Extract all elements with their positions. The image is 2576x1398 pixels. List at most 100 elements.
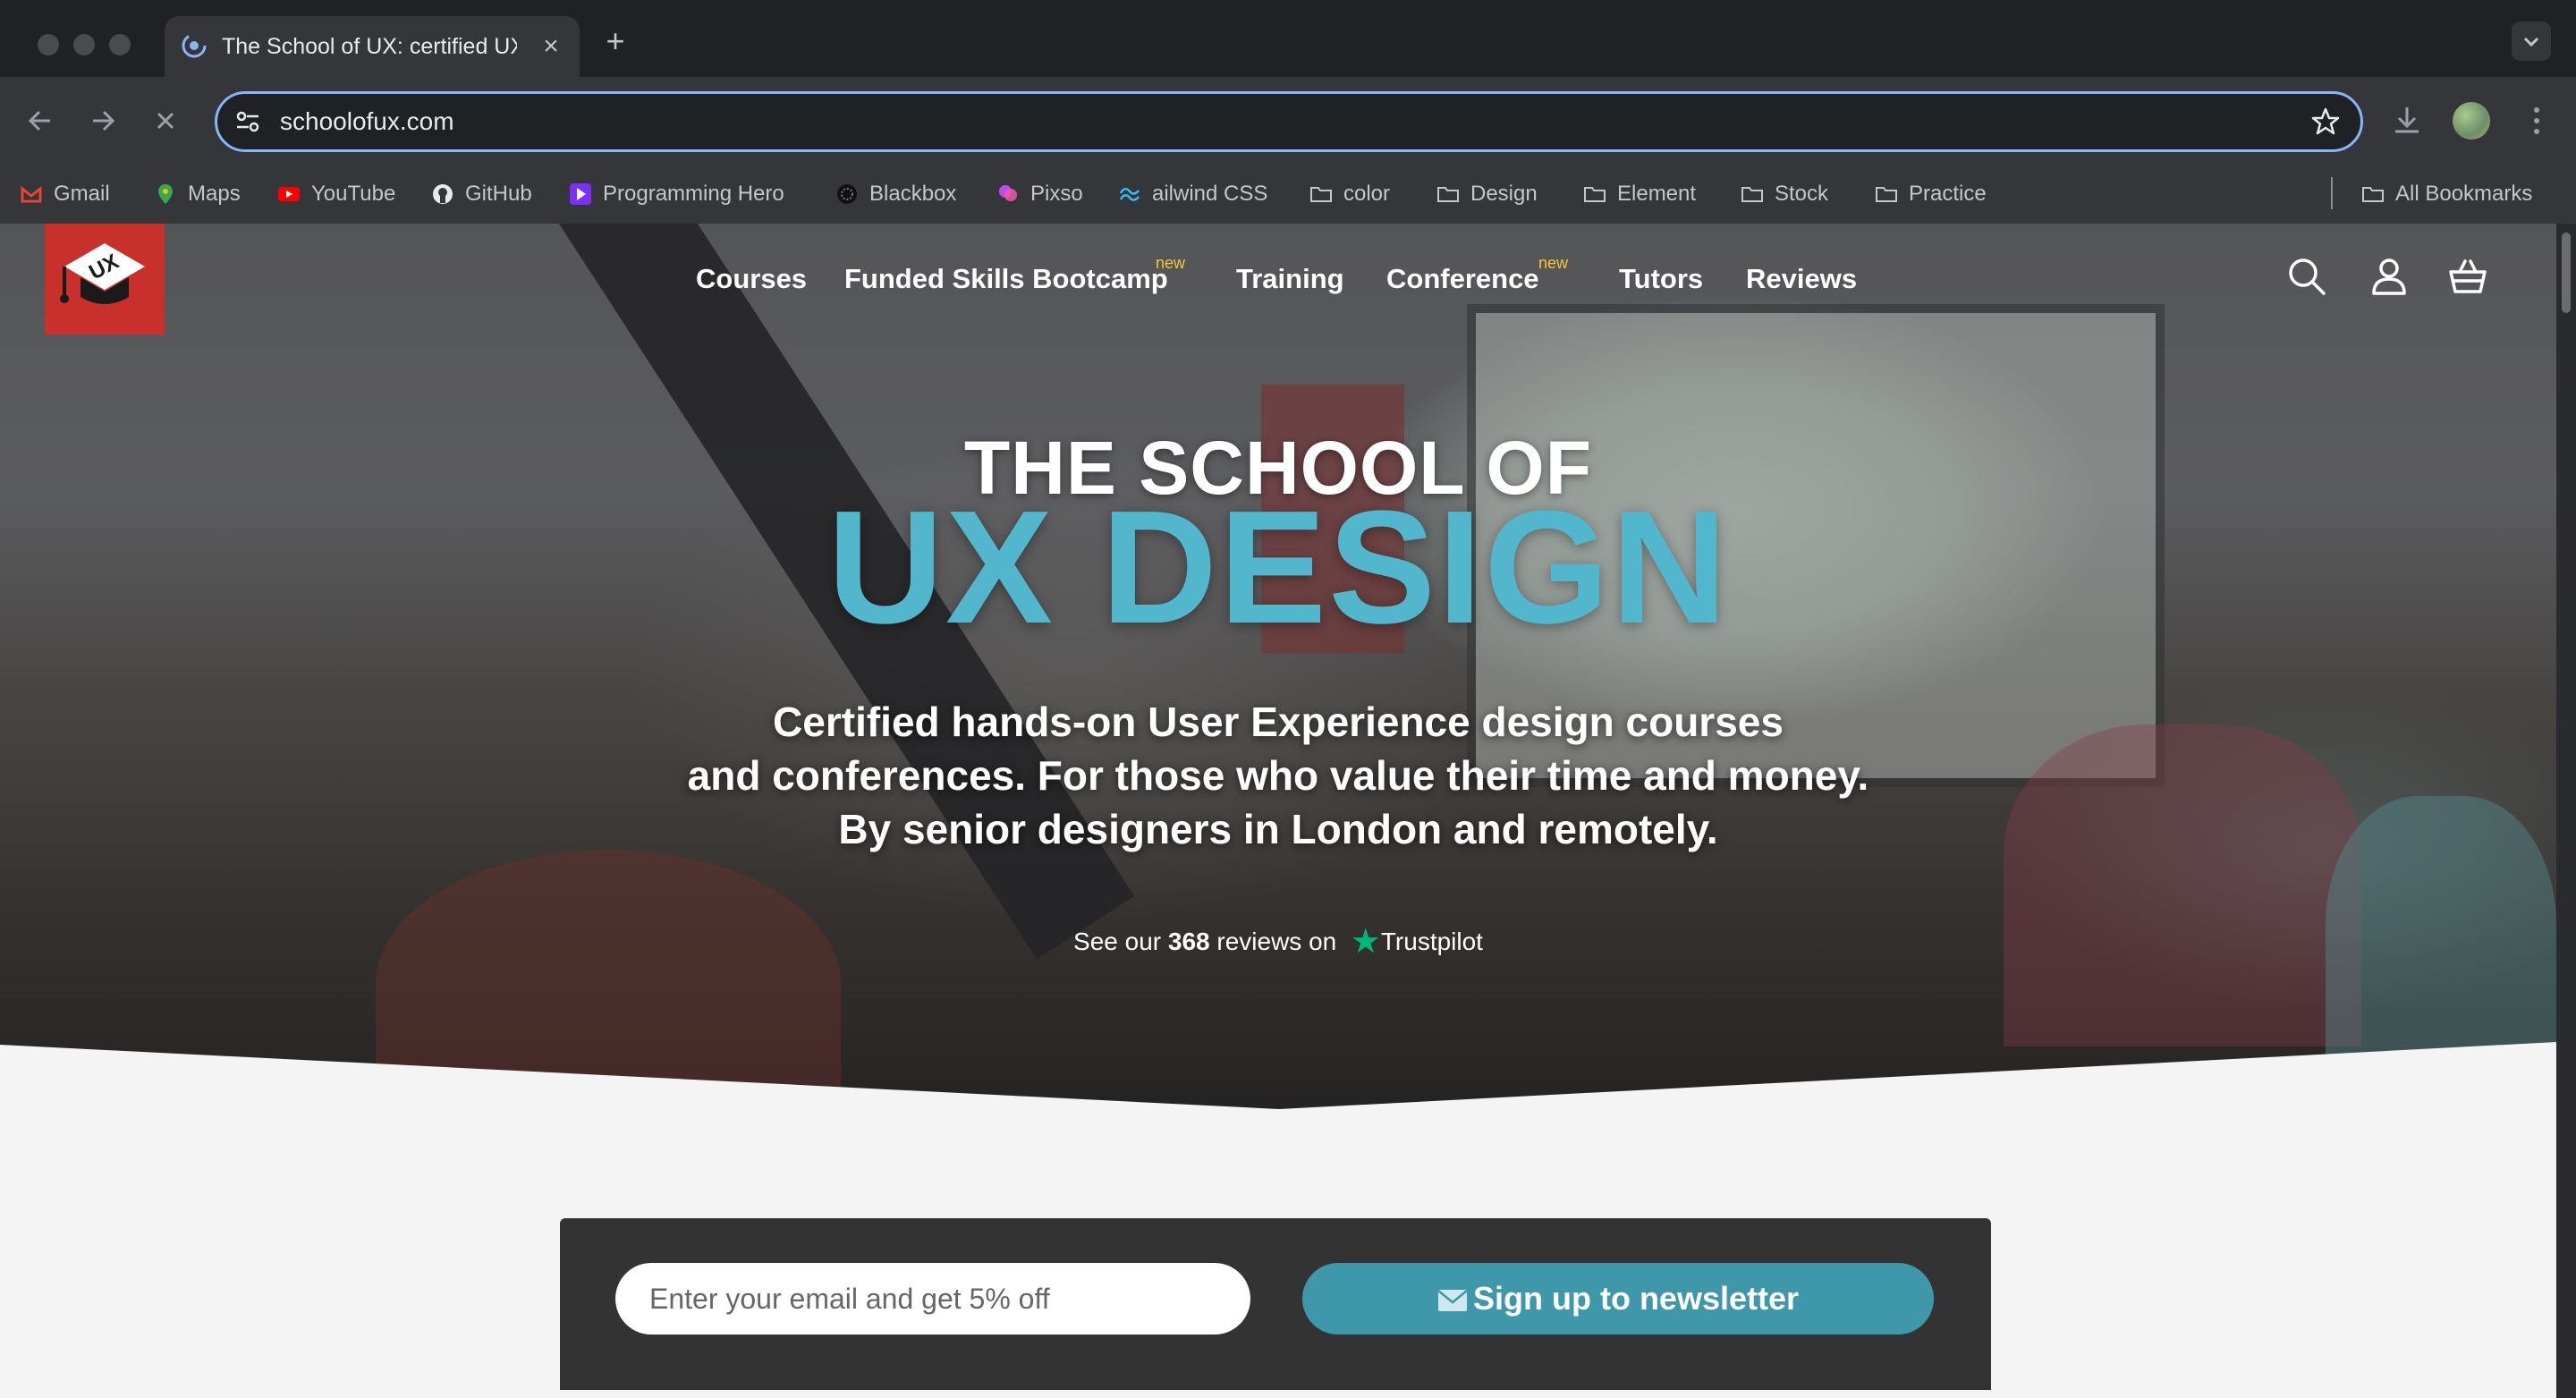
trust-suffix: reviews on <box>1216 928 1337 955</box>
nav-label: Conference <box>1386 263 1539 294</box>
github-icon <box>433 184 453 204</box>
nav-label: Reviews <box>1746 263 1858 294</box>
account-icon[interactable] <box>2368 256 2410 297</box>
all-bookmarks-button[interactable]: All Bookmarks <box>2361 165 2532 224</box>
nav-conference[interactable]: Conference new <box>1386 224 1568 335</box>
newsletter-signup-button[interactable]: Sign up to newsletter <box>1302 1263 1934 1334</box>
gmail-icon <box>21 185 42 203</box>
url-text[interactable]: schoolofux.com <box>280 94 454 149</box>
trustpilot-brand: Trustpilot <box>1380 928 1483 955</box>
chevron-down-icon <box>2523 37 2539 47</box>
nav-label: Tutors <box>1619 263 1704 294</box>
newsletter-email-input[interactable] <box>615 1263 1250 1334</box>
trustpilot-link[interactable]: See our 368 reviews on ★Trustpilot <box>0 921 2556 962</box>
new-badge: new <box>1538 254 1569 272</box>
all-bookmarks-label: All Bookmarks <box>2395 182 2533 206</box>
bookmark-label: Blackbox <box>869 182 957 206</box>
bookmark-star-icon[interactable] <box>2310 106 2341 137</box>
bookmark-label: Element <box>1617 182 1697 206</box>
tab-search-button[interactable] <box>2512 21 2551 61</box>
back-arrow-icon[interactable] <box>18 98 63 143</box>
nav-training[interactable]: Training <box>1236 224 1344 335</box>
graduation-cap-logo-icon: UX <box>60 243 145 304</box>
bookmark-label: Maps <box>188 182 241 206</box>
hero-subtitle-line: By senior designers in London and remote… <box>838 806 1718 852</box>
bookmark-folder-design[interactable]: Design <box>1436 165 1538 224</box>
bookmark-label: ailwind CSS <box>1152 182 1268 206</box>
bookmark-maps[interactable]: Maps <box>154 165 241 224</box>
bookmark-programming-hero[interactable]: Programming Hero <box>569 165 784 224</box>
trust-prefix: See our <box>1073 928 1162 955</box>
bookmark-label: Practice <box>1909 182 1987 206</box>
bookmark-blackbox[interactable]: Blackbox <box>835 165 956 224</box>
folder-icon <box>1310 187 1332 202</box>
bookmark-label: Stock <box>1775 182 1829 206</box>
window-zoom-button[interactable] <box>109 34 131 55</box>
tab-close-icon[interactable]: × <box>533 29 569 64</box>
youtube-icon <box>278 187 300 201</box>
nav-courses[interactable]: Courses <box>696 224 807 335</box>
nav-funded-skills-bootcamp[interactable]: Funded Skills Bootcamp new <box>844 224 1185 335</box>
site-logo[interactable]: UX <box>45 224 165 335</box>
browser-tab-active[interactable]: The School of UX: certified UX design co… <box>165 16 580 77</box>
profile-avatar[interactable] <box>2453 102 2490 140</box>
bookmark-label: GitHub <box>465 182 532 206</box>
hero-subtitle-line: and conferences. For those who value the… <box>687 752 1869 799</box>
bookmarks-divider <box>2331 177 2333 209</box>
folder-icon <box>1876 187 1897 202</box>
basket-icon[interactable] <box>2447 256 2488 297</box>
bookmark-label: Design <box>1470 182 1538 206</box>
bookmark-github[interactable]: GitHub <box>431 165 532 224</box>
bookmark-label: color <box>1343 182 1391 206</box>
bookmarks-bar: Gmail Maps YouTube GitHub Programming He… <box>0 165 2576 225</box>
forward-arrow-icon[interactable] <box>80 98 125 143</box>
newsletter-signup-bar: Sign up to newsletter <box>560 1218 1991 1390</box>
nav-label: Funded Skills Bootcamp <box>844 263 1168 294</box>
more-menu-icon[interactable] <box>2521 102 2553 140</box>
hero-title-big: UX DESIGN <box>826 478 1730 657</box>
bookmark-label: Pixso <box>1030 182 1083 206</box>
folder-icon <box>1741 187 1763 202</box>
search-icon[interactable] <box>2286 256 2327 297</box>
tailwind-icon <box>1119 188 1140 201</box>
folder-icon <box>1584 187 1606 202</box>
blackbox-icon <box>837 184 857 204</box>
browser-tab-strip: The School of UX: certified UX design co… <box>0 0 2576 77</box>
folder-icon <box>1437 187 1459 202</box>
nav-reviews[interactable]: Reviews <box>1746 224 1857 335</box>
envelope-icon <box>1437 1290 1468 1311</box>
bookmark-folder-stock[interactable]: Stock <box>1741 165 1828 224</box>
signup-button-label: Sign up to newsletter <box>1472 1280 1800 1317</box>
bookmark-folder-practice[interactable]: Practice <box>1875 165 1987 224</box>
bookmark-youtube[interactable]: YouTube <box>277 165 395 224</box>
bookmark-folder-color[interactable]: color <box>1309 165 1390 224</box>
bookmark-label: Gmail <box>54 182 110 206</box>
bookmark-pixso[interactable]: Pixso <box>996 165 1083 224</box>
maps-icon <box>158 184 173 204</box>
nav-tutors[interactable]: Tutors <box>1619 224 1703 335</box>
new-tab-button[interactable]: + <box>597 23 633 59</box>
scrollbar-thumb[interactable] <box>2562 233 2571 313</box>
page-scrollbar[interactable] <box>2556 224 2576 1398</box>
loading-favicon-icon <box>182 33 207 58</box>
nav-label: Training <box>1236 263 1344 294</box>
nav-label: Courses <box>696 263 808 294</box>
window-minimize-button[interactable] <box>73 34 95 55</box>
window-close-button[interactable] <box>38 34 59 55</box>
bookmark-label: YouTube <box>311 182 396 206</box>
folder-icon <box>2362 187 2384 202</box>
pixso-icon <box>999 185 1017 201</box>
browser-toolbar: schoolofux.com <box>0 77 2576 165</box>
address-bar[interactable]: schoolofux.com <box>215 91 2363 152</box>
site-settings-icon[interactable] <box>233 107 262 136</box>
review-count: 368 <box>1167 928 1210 955</box>
bookmark-folder-element[interactable]: Element <box>1583 165 1696 224</box>
page-viewport: UX Courses Funded Skills Bootcamp new Tr… <box>0 224 2556 1398</box>
trustpilot-star-icon: ★ <box>1350 923 1381 961</box>
download-icon[interactable] <box>2388 102 2426 140</box>
bookmark-gmail[interactable]: Gmail <box>20 165 110 224</box>
programming-hero-icon <box>570 183 591 205</box>
new-badge: new <box>1156 254 1186 272</box>
bookmark-tailwind[interactable]: ailwind CSS <box>1118 165 1267 224</box>
stop-loading-icon[interactable] <box>143 98 188 143</box>
